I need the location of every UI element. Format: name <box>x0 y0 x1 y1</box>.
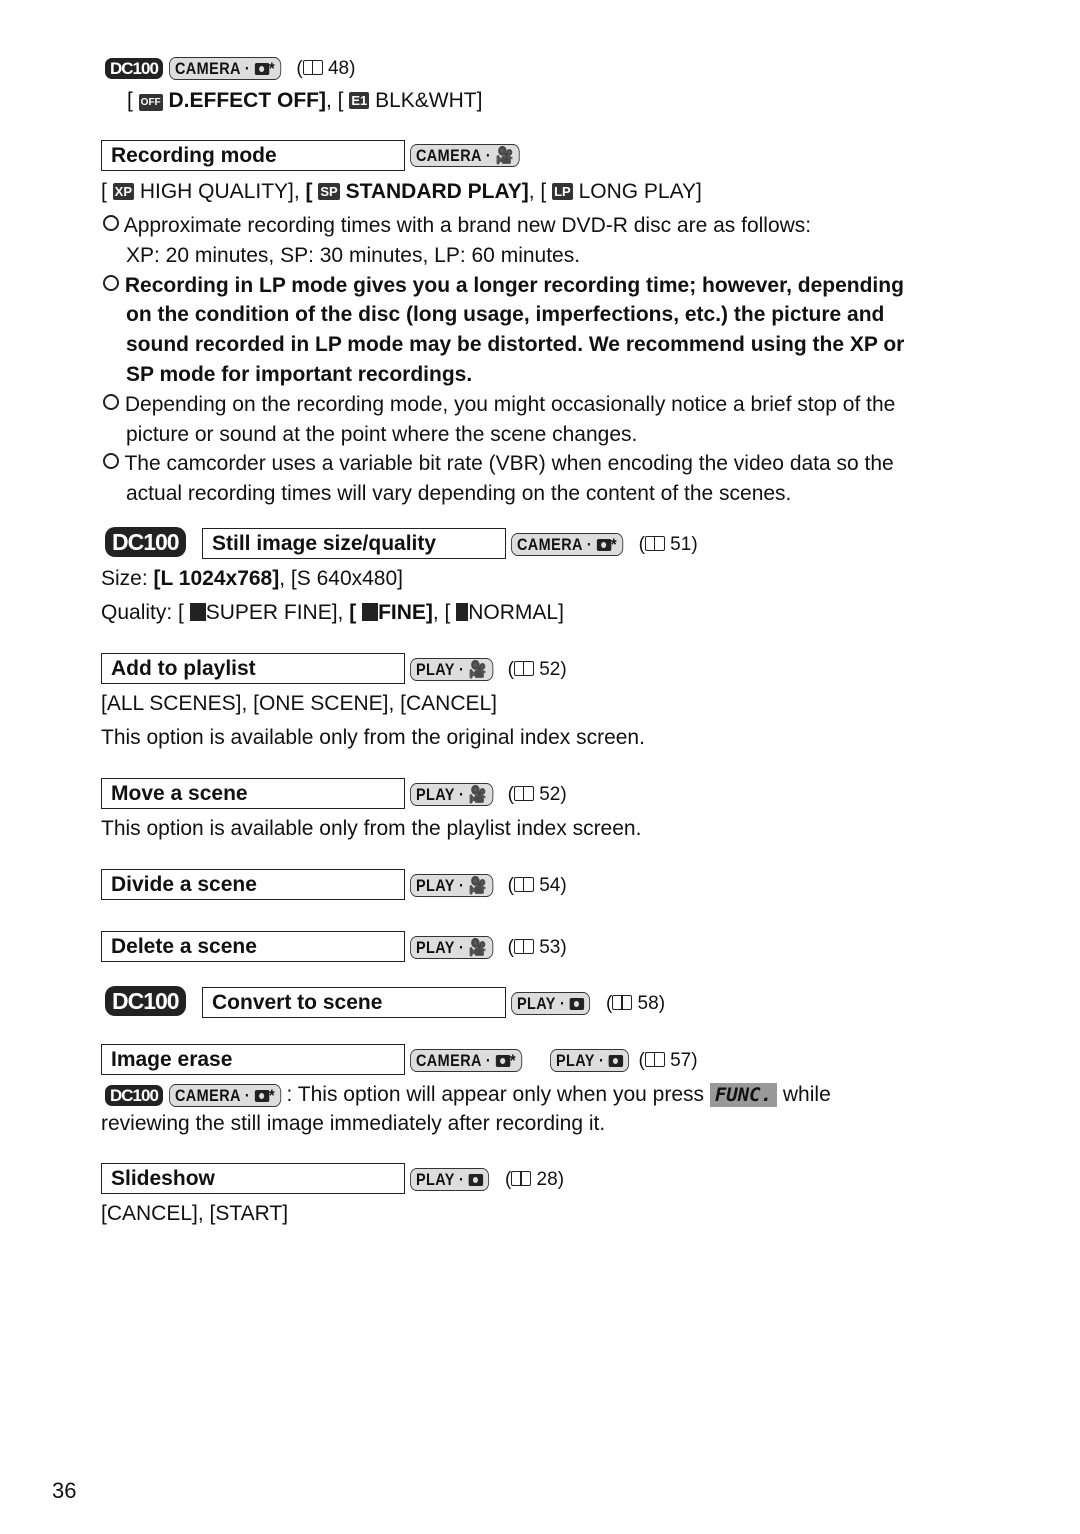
recording-mode-options: [ XP HIGH QUALITY], [ SP STANDARD PLAY],… <box>101 180 702 203</box>
book-icon <box>644 536 665 551</box>
effect-off-icon: OFF <box>138 94 163 111</box>
slideshow-options: [CANCEL], [START] <box>101 1202 289 1225</box>
bullet-line: Recording in LP mode gives you a longer … <box>103 271 904 301</box>
bullet-line: sound recorded in LP mode may be distort… <box>126 333 905 357</box>
camera-photo-mode-badge: CAMERA · * <box>511 532 623 556</box>
normal-icon <box>456 603 469 621</box>
book-icon <box>302 60 323 75</box>
bullet-icon <box>103 393 119 410</box>
page-reference: ( 52) <box>507 659 567 680</box>
book-icon <box>513 786 534 801</box>
camera-photo-mode-badge: CAMERA · * <box>410 1048 522 1072</box>
camera-icon <box>569 998 585 1011</box>
lp-icon: LP <box>552 183 573 200</box>
section-header-slideshow: Slideshow <box>101 1163 405 1194</box>
section-header-still-image: Still image size/quality <box>202 528 506 559</box>
dc100-badge: DC100 <box>105 1084 163 1106</box>
camera-icon <box>608 1055 623 1068</box>
book-icon <box>513 877 534 892</box>
camera-photo-mode-badge: CAMERA · * <box>168 1083 281 1107</box>
dc100-badge: DC100 <box>105 57 163 79</box>
bullet-line: Approximate recording times with a brand… <box>103 211 811 241</box>
book-icon <box>513 661 534 676</box>
bullet-line: Depending on the recording mode, you mig… <box>103 390 895 420</box>
play-movie-mode-badge: PLAY · 🎥 <box>410 657 494 681</box>
page-number: 36 <box>52 1478 77 1503</box>
effect-options: [ OFF D.EFFECT OFF], [ E1 BLK&WHT] <box>127 89 483 112</box>
play-movie-mode-badge: PLAY · 🎥 <box>410 873 494 897</box>
play-photo-mode-badge: PLAY · <box>511 991 591 1015</box>
move-note: This option is available only from the p… <box>101 817 642 840</box>
section-header-add-to-playlist: Add to playlist <box>101 653 405 684</box>
top-modes: DC100 CAMERA · * ( 48) <box>105 53 355 84</box>
dc100-badge: DC100 <box>105 986 186 1016</box>
camera-icon <box>596 539 611 552</box>
section-header-delete-scene: Delete a scene <box>101 931 405 962</box>
camera-icon <box>254 63 269 76</box>
book-icon <box>513 939 534 954</box>
bullet-icon <box>103 215 119 231</box>
book-icon <box>644 1052 665 1067</box>
e1-icon: E1 <box>349 92 370 109</box>
bullet-line: SP mode for important recordings. <box>126 363 473 386</box>
play-photo-mode-badge: PLAY · <box>549 1048 629 1072</box>
bullet-line: on the condition of the disc (long usage… <box>126 303 885 327</box>
bullet-line: The camcorder uses a variable bit rate (… <box>103 449 894 479</box>
page-reference: ( 52) <box>507 784 567 805</box>
erase-note-cont: reviewing the still image immediately af… <box>101 1112 606 1135</box>
page-reference: ( 58) <box>605 993 666 1014</box>
play-movie-mode-badge: PLAY · 🎥 <box>410 782 494 806</box>
xp-icon: XP <box>112 183 135 200</box>
quality-options: Quality: [ SUPER FINE], [ FINE], [ NORMA… <box>101 601 564 624</box>
dc100-badge: DC100 <box>105 527 186 557</box>
play-movie-mode-badge: PLAY · 🎥 <box>410 935 494 959</box>
page-reference: ( 54) <box>507 875 567 896</box>
bullet-line: XP: 20 minutes, SP: 30 minutes, LP: 60 m… <box>126 243 581 267</box>
bullet-line: picture or sound at the point where the … <box>126 422 638 446</box>
page-reference: ( 28) <box>504 1169 565 1190</box>
erase-note: DC100 CAMERA · *: This option will appea… <box>105 1080 831 1110</box>
section-header-move-scene: Move a scene <box>101 778 405 809</box>
section-header-recording-mode: Recording mode <box>101 140 405 171</box>
camera-icon <box>468 1174 484 1187</box>
playlist-options: [ALL SCENES], [ONE SCENE], [CANCEL] <box>101 692 498 715</box>
bullet-icon <box>103 453 119 470</box>
playlist-note: This option is available only from the o… <box>101 726 645 749</box>
section-header-divide-scene: Divide a scene <box>101 869 405 900</box>
section-header-convert-scene: Convert to scene <box>202 987 506 1018</box>
section-header-image-erase: Image erase <box>101 1044 405 1075</box>
page-reference: ( 48) <box>296 58 356 79</box>
bullet-icon <box>103 274 119 291</box>
bullet-line: actual recording times will vary dependi… <box>126 482 792 506</box>
camera-movie-mode-badge: CAMERA · 🎥 <box>410 144 520 167</box>
play-photo-mode-badge: PLAY · <box>410 1167 490 1191</box>
page-reference: ( 51) <box>638 534 698 555</box>
camera-icon <box>495 1055 510 1068</box>
sp-icon: SP <box>318 183 340 200</box>
page-reference: ( 53) <box>507 937 567 958</box>
page-reference: ( 57) <box>638 1050 698 1071</box>
book-icon <box>612 995 633 1010</box>
book-icon <box>511 1171 532 1186</box>
size-options: Size: [L 1024x768], [S 640x480] <box>101 567 403 590</box>
camera-photo-mode-badge: CAMERA · * <box>168 56 281 80</box>
fine-icon <box>362 603 379 621</box>
super-fine-icon <box>189 603 206 621</box>
func-button-icon: FUNC. <box>709 1083 778 1107</box>
camera-icon <box>254 1090 269 1103</box>
